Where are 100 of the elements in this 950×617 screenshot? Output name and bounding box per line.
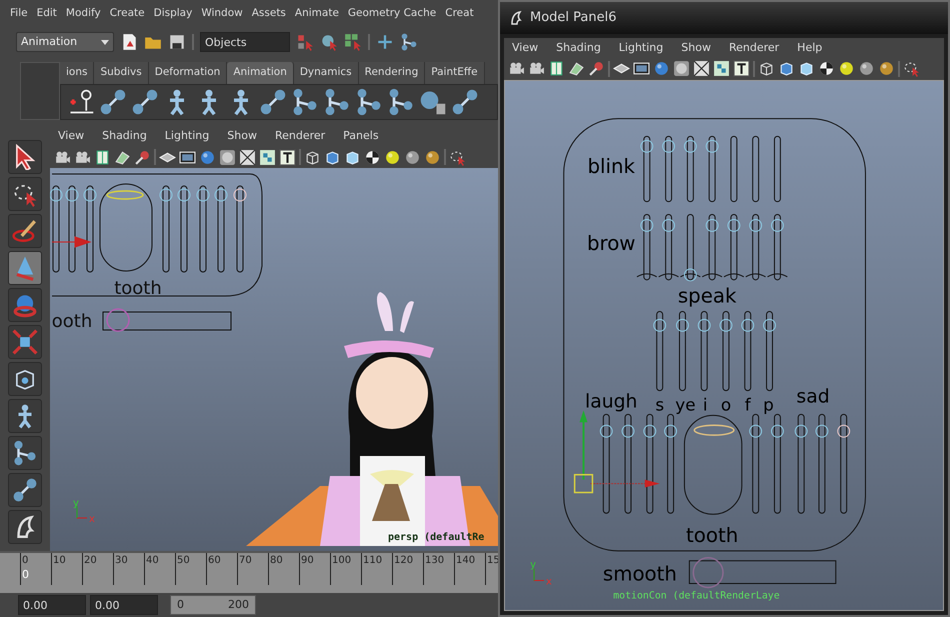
timeline-tick: 0 xyxy=(22,555,28,566)
control-label: smooth xyxy=(602,562,677,586)
plus-icon[interactable] xyxy=(376,33,394,51)
select-icon[interactable] xyxy=(449,148,466,166)
cube-icon[interactable] xyxy=(798,60,815,78)
camera-tool-icon[interactable] xyxy=(588,60,605,78)
joint-icon[interactable] xyxy=(323,88,351,116)
timeline-tick: 60 xyxy=(208,555,221,566)
smooth-shade-icon[interactable] xyxy=(199,148,216,166)
flat-shade-icon[interactable] xyxy=(219,148,236,166)
camera-icon[interactable] xyxy=(54,148,71,166)
panel-menu-item[interactable]: View xyxy=(58,128,84,144)
menu-item[interactable]: Edit xyxy=(36,6,57,22)
joint-icon[interactable] xyxy=(99,88,127,116)
menu-item[interactable]: Animate xyxy=(294,6,339,22)
panel-menu-item[interactable]: Show xyxy=(681,40,711,56)
panel-menu-item[interactable]: Renderer xyxy=(728,40,780,56)
menu-item[interactable]: File xyxy=(10,6,28,22)
sphere-icon[interactable] xyxy=(878,60,895,78)
checker-icon[interactable] xyxy=(364,148,381,166)
time-field[interactable]: 0.00 xyxy=(90,595,158,615)
camera-tool-icon[interactable] xyxy=(134,148,151,166)
menu-item[interactable]: Window xyxy=(201,6,243,22)
joint-icon[interactable] xyxy=(387,88,415,116)
time-range-bar[interactable]: 0 200 xyxy=(170,595,256,615)
bookmark-icon[interactable] xyxy=(94,148,111,166)
timeline-tick: 100 xyxy=(332,555,352,566)
panel-menu-item[interactable]: View xyxy=(512,40,538,56)
wireframe-icon[interactable] xyxy=(693,60,710,78)
select-hierarchy-icon[interactable] xyxy=(296,33,314,51)
wireframe-cube-icon[interactable] xyxy=(304,148,321,166)
control-label: speak xyxy=(678,284,736,308)
joint-icon[interactable] xyxy=(291,88,319,116)
light-sphere-icon[interactable] xyxy=(384,148,401,166)
timeline-tick: 20 xyxy=(84,555,97,566)
control-label: laugh xyxy=(585,391,638,412)
image-plane-icon[interactable] xyxy=(114,148,131,166)
shelf-tab[interactable]: Animation xyxy=(227,62,294,84)
axis-indicator xyxy=(76,506,88,518)
film-gate-icon[interactable] xyxy=(633,60,650,78)
texture-icon[interactable] xyxy=(713,60,730,78)
sphere-icon[interactable] xyxy=(424,148,441,166)
menu-item[interactable]: Geometry Cache xyxy=(348,6,436,22)
time-field[interactable]: 0.00 xyxy=(18,595,86,615)
select-object-icon[interactable] xyxy=(320,33,338,51)
control-label: ooth xyxy=(52,311,92,332)
shelf-tab[interactable]: Dynamics xyxy=(294,62,359,84)
sphere-icon[interactable] xyxy=(404,148,421,166)
timeline-tick: 140 xyxy=(456,555,476,566)
wireframe-icon[interactable] xyxy=(239,148,256,166)
select-icon[interactable] xyxy=(903,60,920,78)
checker-icon[interactable] xyxy=(818,60,835,78)
panel-menu-item[interactable]: Help xyxy=(797,40,822,56)
shaded-cube-icon[interactable] xyxy=(778,60,795,78)
shelf-tab[interactable]: PaintEffe xyxy=(425,62,485,84)
shaded-cube-icon[interactable] xyxy=(324,148,341,166)
wireframe-cube-icon[interactable] xyxy=(758,60,775,78)
shelf-tab[interactable]: Subdivs xyxy=(94,62,149,84)
text-icon[interactable] xyxy=(733,60,750,78)
menu-item[interactable]: Modify xyxy=(66,6,101,22)
texture-icon[interactable] xyxy=(259,148,276,166)
selection-mask-field[interactable]: Objects xyxy=(200,32,290,52)
shelf-tab[interactable]: Rendering xyxy=(358,62,426,84)
joint-icon[interactable] xyxy=(259,88,287,116)
cube-icon[interactable] xyxy=(344,148,361,166)
joint-icon[interactable] xyxy=(131,88,159,116)
text-icon[interactable] xyxy=(279,148,296,166)
joint-icon[interactable] xyxy=(451,88,479,116)
camera-icon[interactable] xyxy=(74,148,91,166)
flat-shade-icon[interactable] xyxy=(673,60,690,78)
panel-menu-item[interactable]: Panels xyxy=(343,128,379,144)
image-plane-icon[interactable] xyxy=(568,60,585,78)
panel-menu-item[interactable]: Shading xyxy=(556,40,601,56)
current-frame: 0 xyxy=(22,567,32,584)
select-component-icon[interactable] xyxy=(344,33,362,51)
panel-menu-item[interactable]: Show xyxy=(227,128,257,144)
menu-item[interactable]: Creat xyxy=(445,6,474,22)
axis-label: x xyxy=(89,514,95,525)
panel-menu-item[interactable]: Lighting xyxy=(164,128,210,144)
joint-icon[interactable] xyxy=(400,33,418,51)
bookmark-icon[interactable] xyxy=(548,60,565,78)
axis-label: x xyxy=(546,576,552,588)
film-gate-icon[interactable] xyxy=(179,148,196,166)
panel-menu-item[interactable]: Lighting xyxy=(618,40,664,56)
menu-item[interactable]: Display xyxy=(154,6,192,22)
control-label: blink xyxy=(587,154,635,178)
menu-item[interactable]: Create xyxy=(110,6,145,22)
joint-icon[interactable] xyxy=(355,88,383,116)
timeline-tick: 50 xyxy=(177,555,190,566)
mode-dropdown[interactable]: Animation xyxy=(16,32,114,52)
sphere-icon[interactable] xyxy=(858,60,875,78)
panel-menu-item[interactable]: Renderer xyxy=(274,128,326,144)
save-icon[interactable] xyxy=(168,33,186,51)
panel-menu-item[interactable]: Shading xyxy=(102,128,147,144)
smooth-shade-icon[interactable] xyxy=(653,60,670,78)
light-sphere-icon[interactable] xyxy=(838,60,855,78)
shelf-tab[interactable]: Deformation xyxy=(148,62,228,84)
timeline-tick: 80 xyxy=(270,555,283,566)
menu-item[interactable]: Assets xyxy=(252,6,286,22)
shelf-tab[interactable]: ions xyxy=(60,62,94,84)
